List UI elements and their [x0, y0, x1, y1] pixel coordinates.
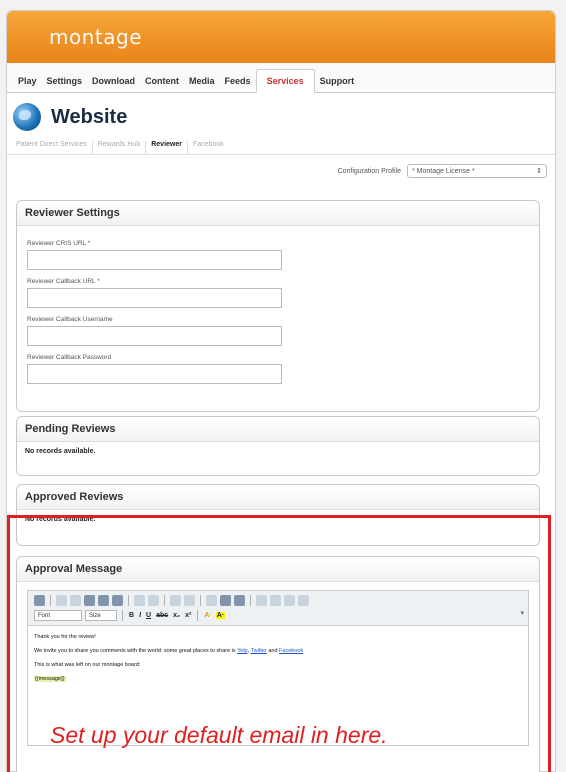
toolbar-row-2: Font Size B I U abc x₂ x² A· A· — [34, 609, 522, 622]
nav-download[interactable]: Download — [87, 70, 140, 92]
nav-support[interactable]: Support — [315, 70, 360, 92]
reviewer-callback-username-label: Reviewer Callback Username — [27, 316, 113, 323]
and-text: and — [268, 648, 278, 654]
collapse-toolbar-icon[interactable]: ▾ — [520, 609, 524, 617]
undo-icon[interactable] — [134, 595, 145, 606]
select-arrows-icon: ⇕ — [536, 168, 542, 175]
nav-play[interactable]: Play — [13, 70, 42, 92]
toolbar-separator — [197, 610, 199, 621]
subscript-button[interactable]: x₂ — [172, 612, 181, 619]
subtab-facebook[interactable]: Facebook — [188, 141, 229, 154]
nav-settings[interactable]: Settings — [42, 70, 88, 92]
message-line-2: We invite you to share you comments with… — [34, 648, 522, 654]
align-justify-icon[interactable] — [298, 595, 309, 606]
size-combo[interactable]: Size — [85, 610, 117, 621]
twitter-link[interactable]: Twitter — [251, 648, 267, 654]
toolbar-separator — [164, 595, 165, 606]
reviewer-callback-url-field[interactable] — [27, 288, 282, 308]
align-center-icon[interactable] — [270, 595, 281, 606]
config-label: Configuration Profile — [337, 167, 401, 175]
approval-message-title: Approval Message — [17, 557, 539, 582]
pending-reviews-title: Pending Reviews — [17, 417, 539, 442]
message-line-3: This is what was left on our montage boa… — [34, 662, 141, 668]
pending-reviews-panel: Pending Reviews No records available. — [16, 416, 540, 476]
toolbar-separator — [122, 610, 123, 621]
subtabs: Patient Direct Services Rewards Hub Revi… — [7, 135, 555, 155]
annotation-callout: Set up your default email in here. — [50, 722, 388, 748]
message-placeholder-line: {{message}} — [34, 676, 522, 682]
paste-icon[interactable] — [84, 595, 95, 606]
subtab-patient-direct[interactable]: Patient Direct Services — [11, 141, 93, 154]
toolbar-separator — [50, 595, 51, 606]
nav-services[interactable]: Services — [255, 69, 315, 93]
reviewer-settings-panel: Reviewer Settings Reviewer CRIS URL * Re… — [16, 200, 540, 412]
main-nav: Play Settings Download Content Media Fee… — [7, 63, 555, 93]
size-combo-label: Size — [89, 612, 101, 619]
subtab-reviewer[interactable]: Reviewer — [146, 141, 188, 154]
copy-icon[interactable] — [70, 595, 81, 606]
reviewer-callback-username-field[interactable] — [27, 326, 282, 346]
nav-media[interactable]: Media — [184, 70, 220, 92]
bullet-list-icon[interactable] — [184, 595, 195, 606]
source-icon[interactable] — [34, 595, 45, 606]
superscript-button[interactable]: x² — [184, 612, 192, 619]
globe-icon — [13, 103, 41, 131]
yelp-link[interactable]: Yelp — [237, 648, 248, 654]
top-bar: montage — [7, 11, 555, 63]
numbered-list-icon[interactable] — [170, 595, 181, 606]
bold-button[interactable]: B — [128, 612, 135, 619]
redo-icon[interactable] — [148, 595, 159, 606]
subtab-rewards-hub[interactable]: Rewards Hub — [93, 141, 147, 154]
page-title: Website — [51, 105, 128, 128]
nav-feeds[interactable]: Feeds — [220, 70, 256, 92]
approved-reviews-title: Approved Reviews — [17, 485, 539, 510]
montage-logo[interactable]: montage — [49, 25, 142, 49]
message-line-1: Thank you for the review! — [34, 634, 96, 640]
text-color-button[interactable]: A· — [203, 612, 212, 619]
reviewer-cris-url-label: Reviewer CRIS URL * — [27, 240, 91, 247]
approved-empty-text: No records available. — [25, 516, 96, 523]
editor-toolbar: Font Size B I U abc x₂ x² A· A· ▾ — [27, 590, 529, 626]
toolbar-separator — [200, 595, 201, 606]
reviewer-cris-url-field[interactable] — [27, 250, 282, 270]
underline-button[interactable]: U — [145, 612, 152, 619]
reviewer-callback-password-label: Reviewer Callback Password — [27, 354, 112, 361]
cut-icon[interactable] — [56, 595, 67, 606]
reviewer-callback-url-label: Reviewer Callback URL * — [27, 278, 100, 285]
font-combo[interactable]: Font — [34, 610, 82, 621]
outdent-icon[interactable] — [206, 595, 217, 606]
message-line-2-text: We invite you to share you comments with… — [34, 648, 236, 654]
message-placeholder: {{message}} — [34, 676, 66, 682]
paste-text-icon[interactable] — [98, 595, 109, 606]
align-right-icon[interactable] — [284, 595, 295, 606]
toolbar-row-1 — [34, 594, 522, 607]
indent-icon[interactable] — [220, 595, 231, 606]
nav-content[interactable]: Content — [140, 70, 184, 92]
approved-reviews-panel: Approved Reviews No records available. — [16, 484, 540, 546]
font-combo-label: Font — [38, 612, 51, 619]
link-separator: , — [247, 648, 250, 654]
bg-color-button[interactable]: A· — [215, 612, 226, 619]
facebook-link[interactable]: Facebook — [279, 648, 303, 654]
italic-button[interactable]: I — [138, 612, 142, 619]
config-profile-select[interactable]: * Montage License * ⇕ — [407, 164, 547, 178]
pending-empty-text: No records available. — [25, 448, 96, 455]
title-row: Website — [7, 93, 555, 135]
reviewer-callback-password-field[interactable] — [27, 364, 282, 384]
config-value: * Montage License * — [412, 167, 475, 175]
toolbar-separator — [128, 595, 129, 606]
strikethrough-button[interactable]: abc — [155, 612, 169, 619]
paste-word-icon[interactable] — [112, 595, 123, 606]
blockquote-icon[interactable] — [234, 595, 245, 606]
reviewer-settings-title: Reviewer Settings — [17, 201, 539, 226]
toolbar-separator — [250, 595, 251, 606]
config-row: Configuration Profile * Montage License … — [7, 155, 555, 187]
align-left-icon[interactable] — [256, 595, 267, 606]
